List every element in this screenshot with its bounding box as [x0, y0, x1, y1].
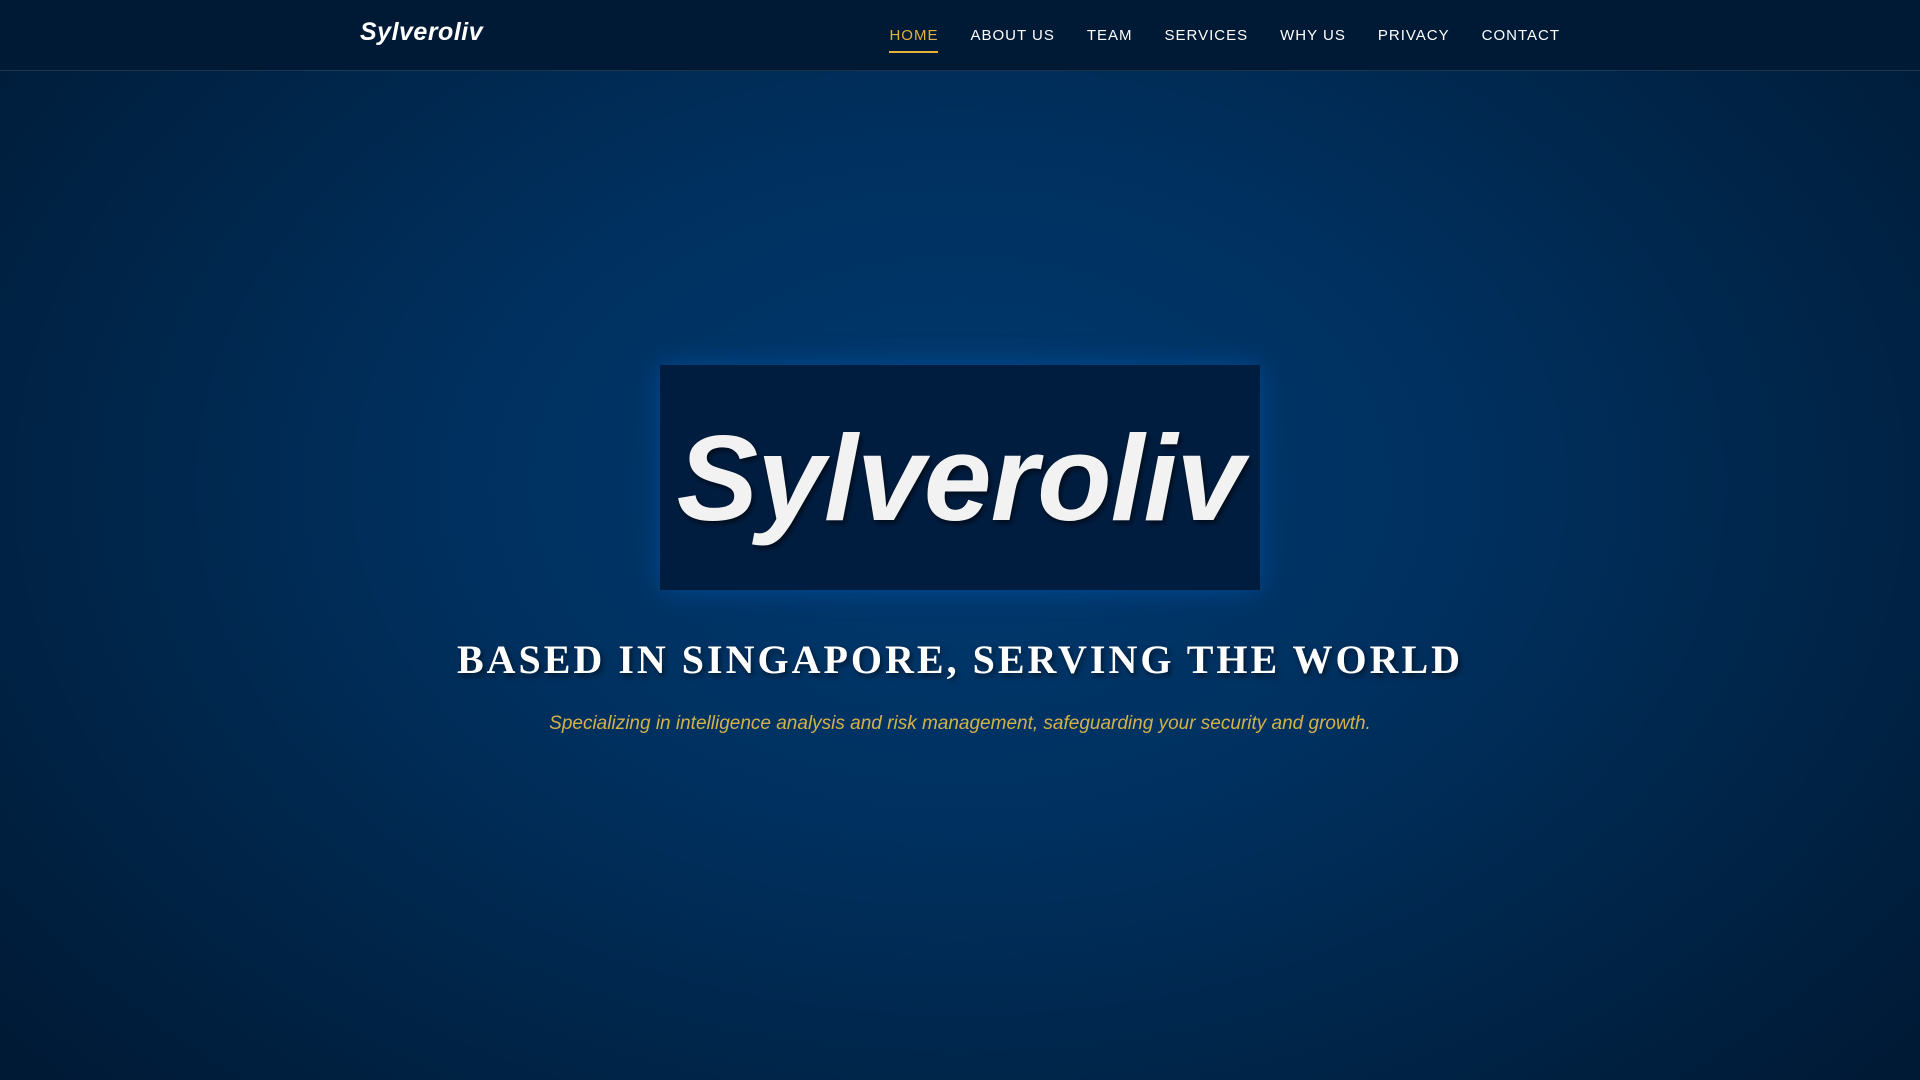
top-navbar: Sylveroliv HOME ABOUT US TEAM SERVICES W…: [0, 0, 1920, 71]
hero-logo-box: Sylveroliv: [660, 365, 1260, 590]
hero-headline: BASED IN SINGAPORE, SERVING THE WORLD: [456, 637, 1464, 682]
nav-link-team[interactable]: TEAM: [1087, 23, 1133, 48]
hero-logo-text: Sylveroliv: [676, 409, 1244, 546]
nav-link-about-us[interactable]: ABOUT US: [970, 23, 1054, 48]
main-nav: HOME ABOUT US TEAM SERVICES WHY US PRIVA…: [889, 0, 1560, 70]
nav-link-privacy[interactable]: PRIVACY: [1378, 23, 1450, 48]
hero-tagline: Specializing in intelligence analysis an…: [549, 713, 1371, 734]
brand-logo-link[interactable]: Sylveroliv: [360, 18, 483, 47]
nav-link-contact[interactable]: CONTACT: [1482, 23, 1560, 48]
nav-link-home[interactable]: HOME: [889, 23, 939, 53]
nav-link-services[interactable]: SERVICES: [1165, 23, 1249, 48]
nav-link-why-us[interactable]: WHY US: [1280, 23, 1346, 48]
